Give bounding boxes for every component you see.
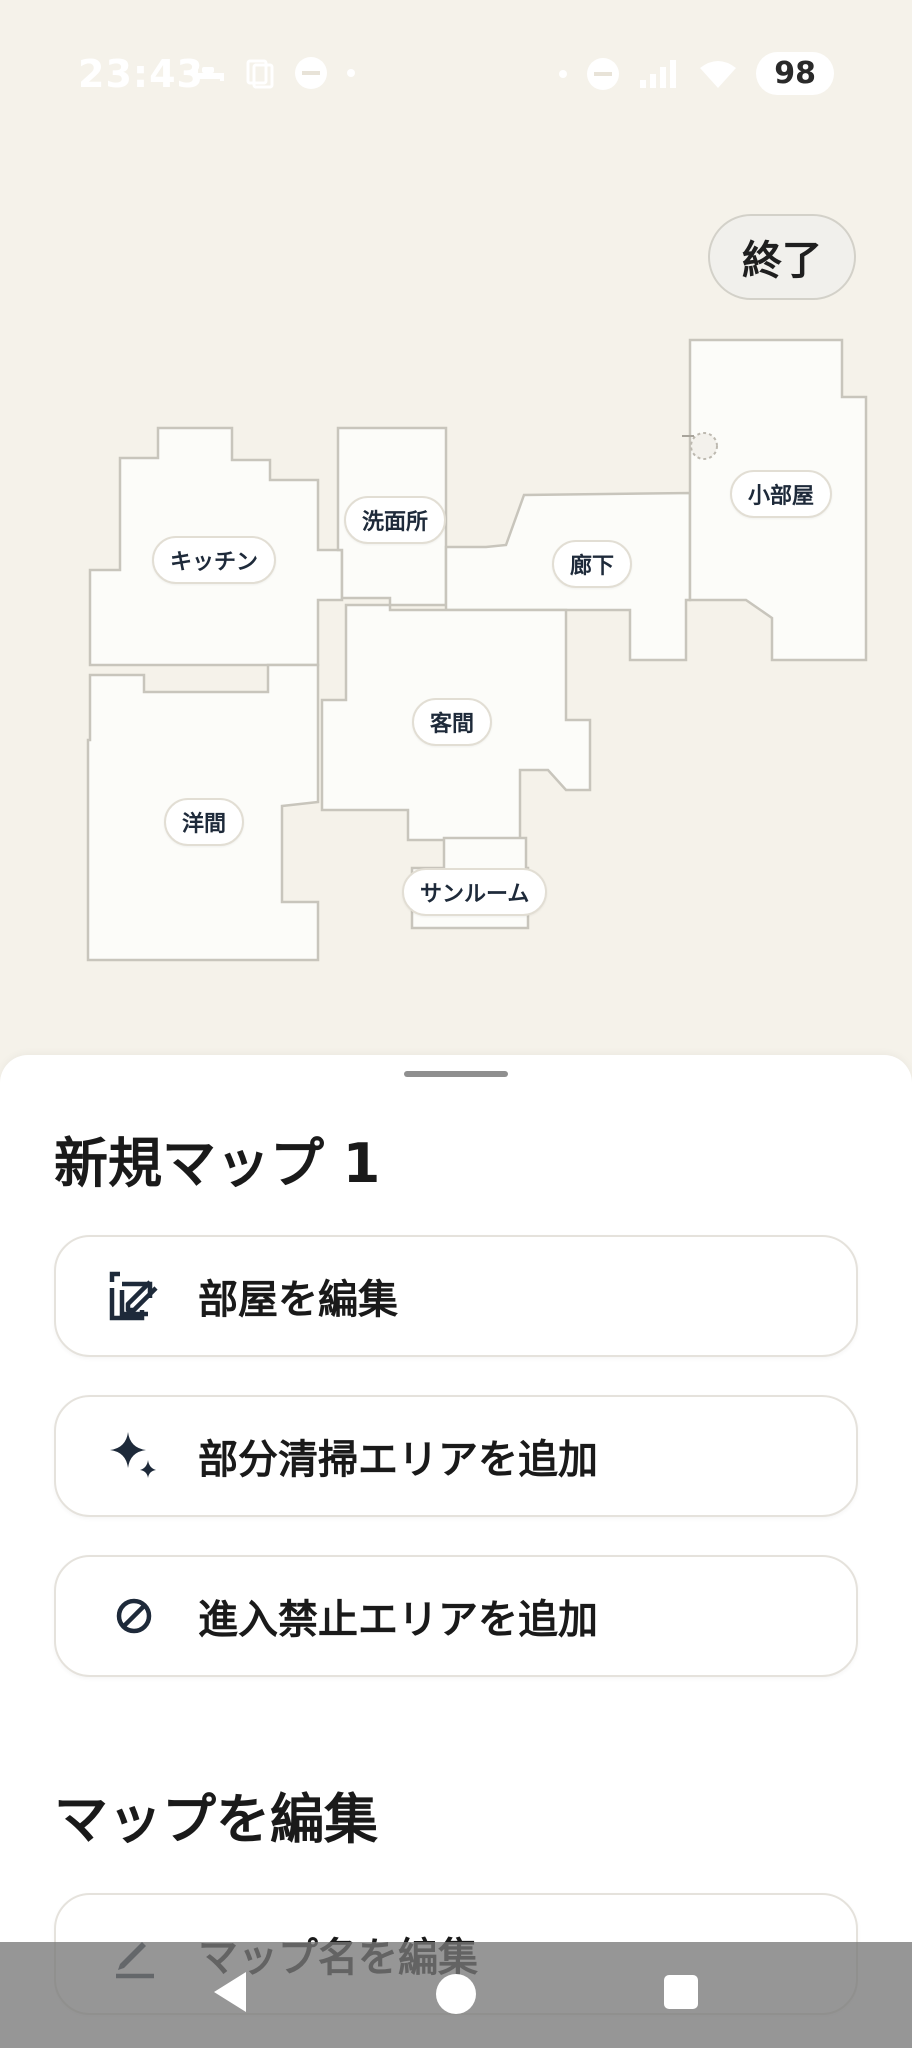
sparkle-icon <box>104 1426 164 1486</box>
room-label-western-room[interactable]: 洋間 <box>164 798 245 846</box>
signal-icon <box>640 59 677 88</box>
edit-rooms-button[interactable]: 部屋を編集 <box>54 1235 858 1357</box>
dnd-icon <box>587 57 620 90</box>
edit-map-section-title: マップを編集 <box>54 1788 378 1851</box>
add-spot-clean-area-button[interactable]: 部分清掃エリアを追加 <box>54 1395 858 1517</box>
map-title: 新規マップ 1 <box>54 1132 381 1195</box>
bed-icon <box>194 67 224 81</box>
dot-icon <box>347 69 355 77</box>
recents-icon[interactable] <box>664 1975 698 2009</box>
copy-icon <box>246 59 274 89</box>
no-entry-icon <box>104 1586 164 1646</box>
status-time: 23:43 <box>78 52 204 96</box>
room-label-hallway[interactable]: 廊下 <box>552 540 633 588</box>
room-label-living-room[interactable]: 客間 <box>412 698 493 746</box>
home-icon[interactable] <box>436 1974 476 2014</box>
dot-icon <box>559 69 568 78</box>
edit-rooms-label: 部屋を編集 <box>198 1277 398 1323</box>
status-icons-left <box>192 56 356 90</box>
drag-handle[interactable] <box>404 1071 508 1077</box>
room-label-kitchen[interactable]: キッチン <box>152 536 277 584</box>
back-icon[interactable] <box>210 1970 250 2014</box>
room-label-sunroom[interactable]: サンルーム <box>402 868 548 916</box>
finish-button[interactable]: 終了 <box>708 214 856 300</box>
wifi-icon <box>700 60 737 88</box>
edit-square-icon <box>104 1266 164 1326</box>
status-bar: 23:43 98 <box>0 0 912 150</box>
add-no-go-zone-button[interactable]: 進入禁止エリアを追加 <box>54 1555 858 1677</box>
room-label-washroom[interactable]: 洗面所 <box>344 496 447 544</box>
system-nav-bar <box>0 1942 912 2048</box>
battery-indicator: 98 <box>756 52 834 95</box>
add-no-go-zone-label: 進入禁止エリアを追加 <box>198 1597 598 1643</box>
robot-icon[interactable] <box>682 432 718 460</box>
dnd-icon <box>295 57 327 89</box>
status-icons-right: 98 <box>558 52 834 95</box>
bottom-sheet: 新規マップ 1 部屋を編集 部分清掃エリアを追加 進入禁止エリアを追加 マップを… <box>0 1055 912 2048</box>
add-spot-clean-area-label: 部分清掃エリアを追加 <box>198 1437 598 1483</box>
room-label-small-room[interactable]: 小部屋 <box>730 470 833 518</box>
